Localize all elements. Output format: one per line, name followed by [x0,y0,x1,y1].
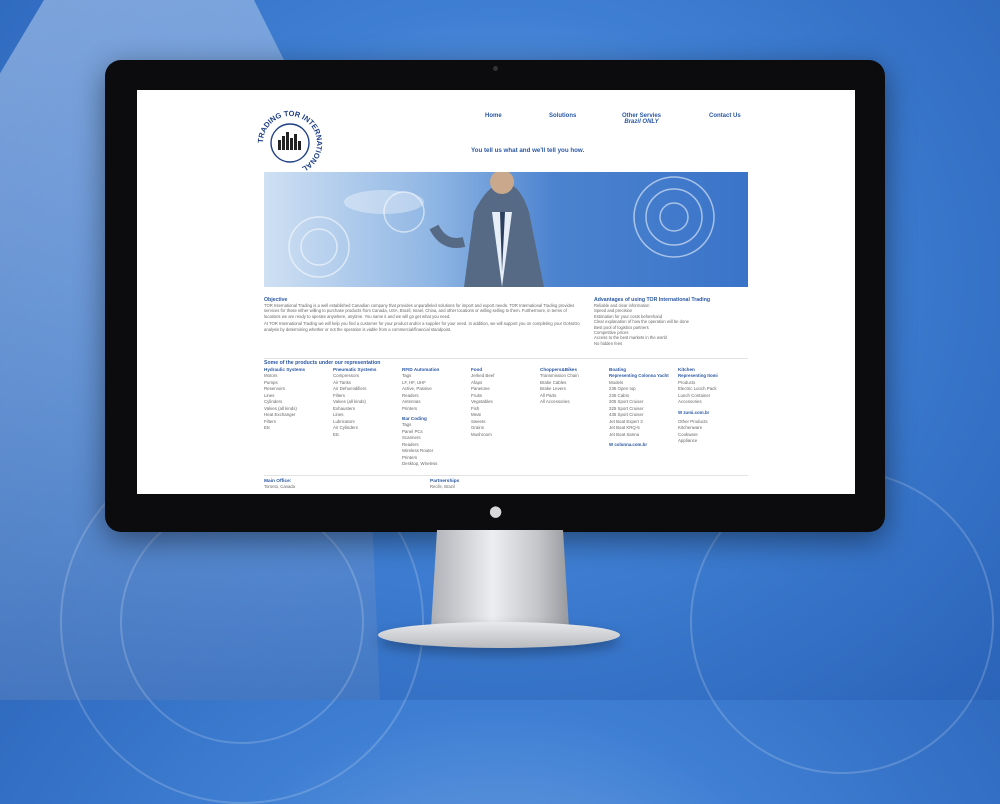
tagline: You tell us what and we'll tell you how. [471,147,585,154]
product-column-rfid: RFID Automation Tags LF, HF, UHF Active,… [402,367,468,468]
product-item: Printers [402,405,418,411]
divider [264,475,748,476]
website-screen: TRADING TOR INTERNATIONAL Home Solutions… [137,90,855,494]
column-representing: Representing Colonna Yacht [609,373,669,378]
advantage-item: No hidden fees [594,340,623,346]
product-item: Mushroom [471,431,492,437]
nav-home[interactable]: Home [485,113,502,119]
external-link[interactable]: W colunna.com.br [609,442,675,447]
product-item: Desktop, Wireless [402,461,438,466]
divider [264,358,748,359]
external-link[interactable]: W zumi.com.br [678,410,744,415]
nav-sub-label: Brazil ONLY [624,119,659,125]
product-column-boating: Boating Representing Colonna Yacht Model… [609,367,675,447]
nav-other-services[interactable]: Other Servies Brazil ONLY [622,113,661,125]
hero-image [288,172,715,287]
objective-section: Objective TOR International Trading is a… [264,297,584,332]
objective-paragraph: At TOR International Trading we will hel… [264,321,580,332]
product-column-food: Food Jerked Beef Afaps Panetone Fruits V… [471,367,537,438]
product-item: All Accessories [540,399,570,404]
monitor-stand-base [378,622,620,648]
product-item: Etc [333,431,340,437]
hero-banner [264,172,748,287]
apple-logo-icon: ● [489,502,503,520]
product-column-kitchen: Kitchen Representing Itomi Products Elec… [678,367,744,445]
advantages-section: Advantages of using TOR International Tr… [594,297,749,346]
product-item: Accessories [678,399,702,404]
main-office: Main Office: Toronto, Canada [264,479,295,489]
logo-text: TRADING TOR INTERNATIONAL [256,109,324,174]
product-column-hydraulic: Hydraulic Systems Motors Pumps Reservoir… [264,367,330,432]
product-item: Etc [264,425,271,430]
partnerships-location: Recife, Brazil [430,484,455,489]
nav-solutions[interactable]: Solutions [549,113,576,119]
partnerships: Partnerships Recife, Brazil [430,479,459,489]
product-column-pneumatic: Pneumatic Systems Compressors Air Tanks … [333,367,399,438]
product-item: Jet Boat Sanna [609,431,640,437]
products-title: Some of the products under our represent… [264,360,381,366]
background-circle [120,500,364,744]
main-office-location: Toronto, Canada [264,484,295,489]
product-item: Appliance [678,438,698,443]
svg-text:TRADING TOR INTERNATIONAL: TRADING TOR INTERNATIONAL [256,109,324,174]
nav-contact-us[interactable]: Contact Us [709,113,741,119]
camera-icon [493,66,498,71]
product-column-choppers: Choppers&Bikes Transmission Chain Brake … [540,367,606,406]
monitor-stand [431,530,569,628]
tor-logo[interactable]: TRADING TOR INTERNATIONAL [255,108,325,178]
objective-paragraph: TOR International Trading is a well esta… [264,303,575,319]
